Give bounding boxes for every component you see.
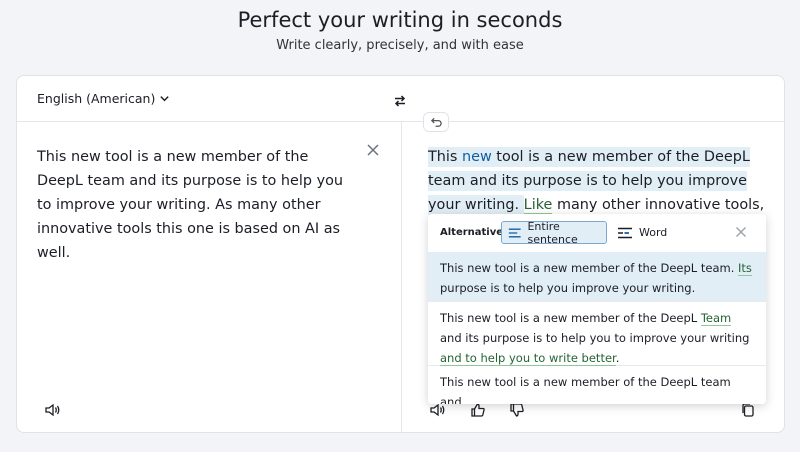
alternatives-header: Alternatives Entire sentence Word [428, 214, 766, 252]
hero-subtitle: Write clearly, precisely, and with ease [276, 38, 524, 53]
mode-word-button[interactable]: Word [611, 221, 673, 244]
alternative-item[interactable]: This new tool is a new member of the Dee… [428, 366, 766, 404]
alt-change: Its [738, 261, 752, 276]
language-select[interactable]: English (American) [37, 91, 170, 106]
mode-word-label: Word [639, 226, 668, 239]
undo-button[interactable] [423, 112, 449, 132]
alt-text: and its purpose is to help you to improv… [440, 331, 750, 345]
pane-divider [401, 122, 402, 432]
target-change[interactable]: Like [523, 197, 553, 214]
alt-change: Team [700, 311, 732, 326]
swap-icon[interactable] [393, 94, 407, 108]
alternatives-label: Alternatives [440, 227, 509, 238]
alt-text: This new tool is a new member of the Dee… [440, 311, 701, 325]
alt-change: and to help you to write better [440, 351, 616, 366]
source-text[interactable]: This new tool is a new member of the Dee… [37, 145, 347, 265]
mode-entire-sentence-button[interactable]: Entire sentence [501, 219, 607, 246]
close-icon[interactable] [735, 226, 747, 238]
speaker-icon [45, 403, 60, 417]
language-label: English (American) [37, 91, 156, 106]
source-speaker-button[interactable] [43, 401, 61, 419]
card-header: English (American) [17, 76, 784, 122]
target-segment: many other innovative tools, [552, 197, 765, 213]
close-icon[interactable] [366, 143, 380, 157]
word-icon [618, 227, 632, 238]
mode-entire-sentence-label: Entire sentence [527, 219, 578, 246]
undo-icon [430, 117, 442, 127]
alternatives-list: This new tool is a new member of the Dee… [428, 252, 766, 404]
alt-text: This new tool is a new member of the Dee… [440, 375, 731, 404]
alt-text: purpose is to help you improve your writ… [440, 281, 696, 295]
sentence-icon [508, 228, 521, 237]
target-segment: This [428, 149, 462, 165]
target-change[interactable]: new [462, 149, 492, 165]
alternative-item[interactable]: This new tool is a new member of the Dee… [428, 302, 766, 366]
alternative-item[interactable]: This new tool is a new member of the Dee… [428, 252, 766, 302]
alternatives-popup: Alternatives Entire sentence Word This n… [428, 214, 766, 404]
alt-text: . [615, 351, 620, 365]
chevron-down-icon [160, 96, 170, 102]
hero-title: Perfect your writing in seconds [237, 8, 563, 32]
target-text[interactable]: This new tool is a new member of the Dee… [428, 145, 773, 217]
alt-text: This new tool is a new member of the Dee… [440, 261, 739, 275]
